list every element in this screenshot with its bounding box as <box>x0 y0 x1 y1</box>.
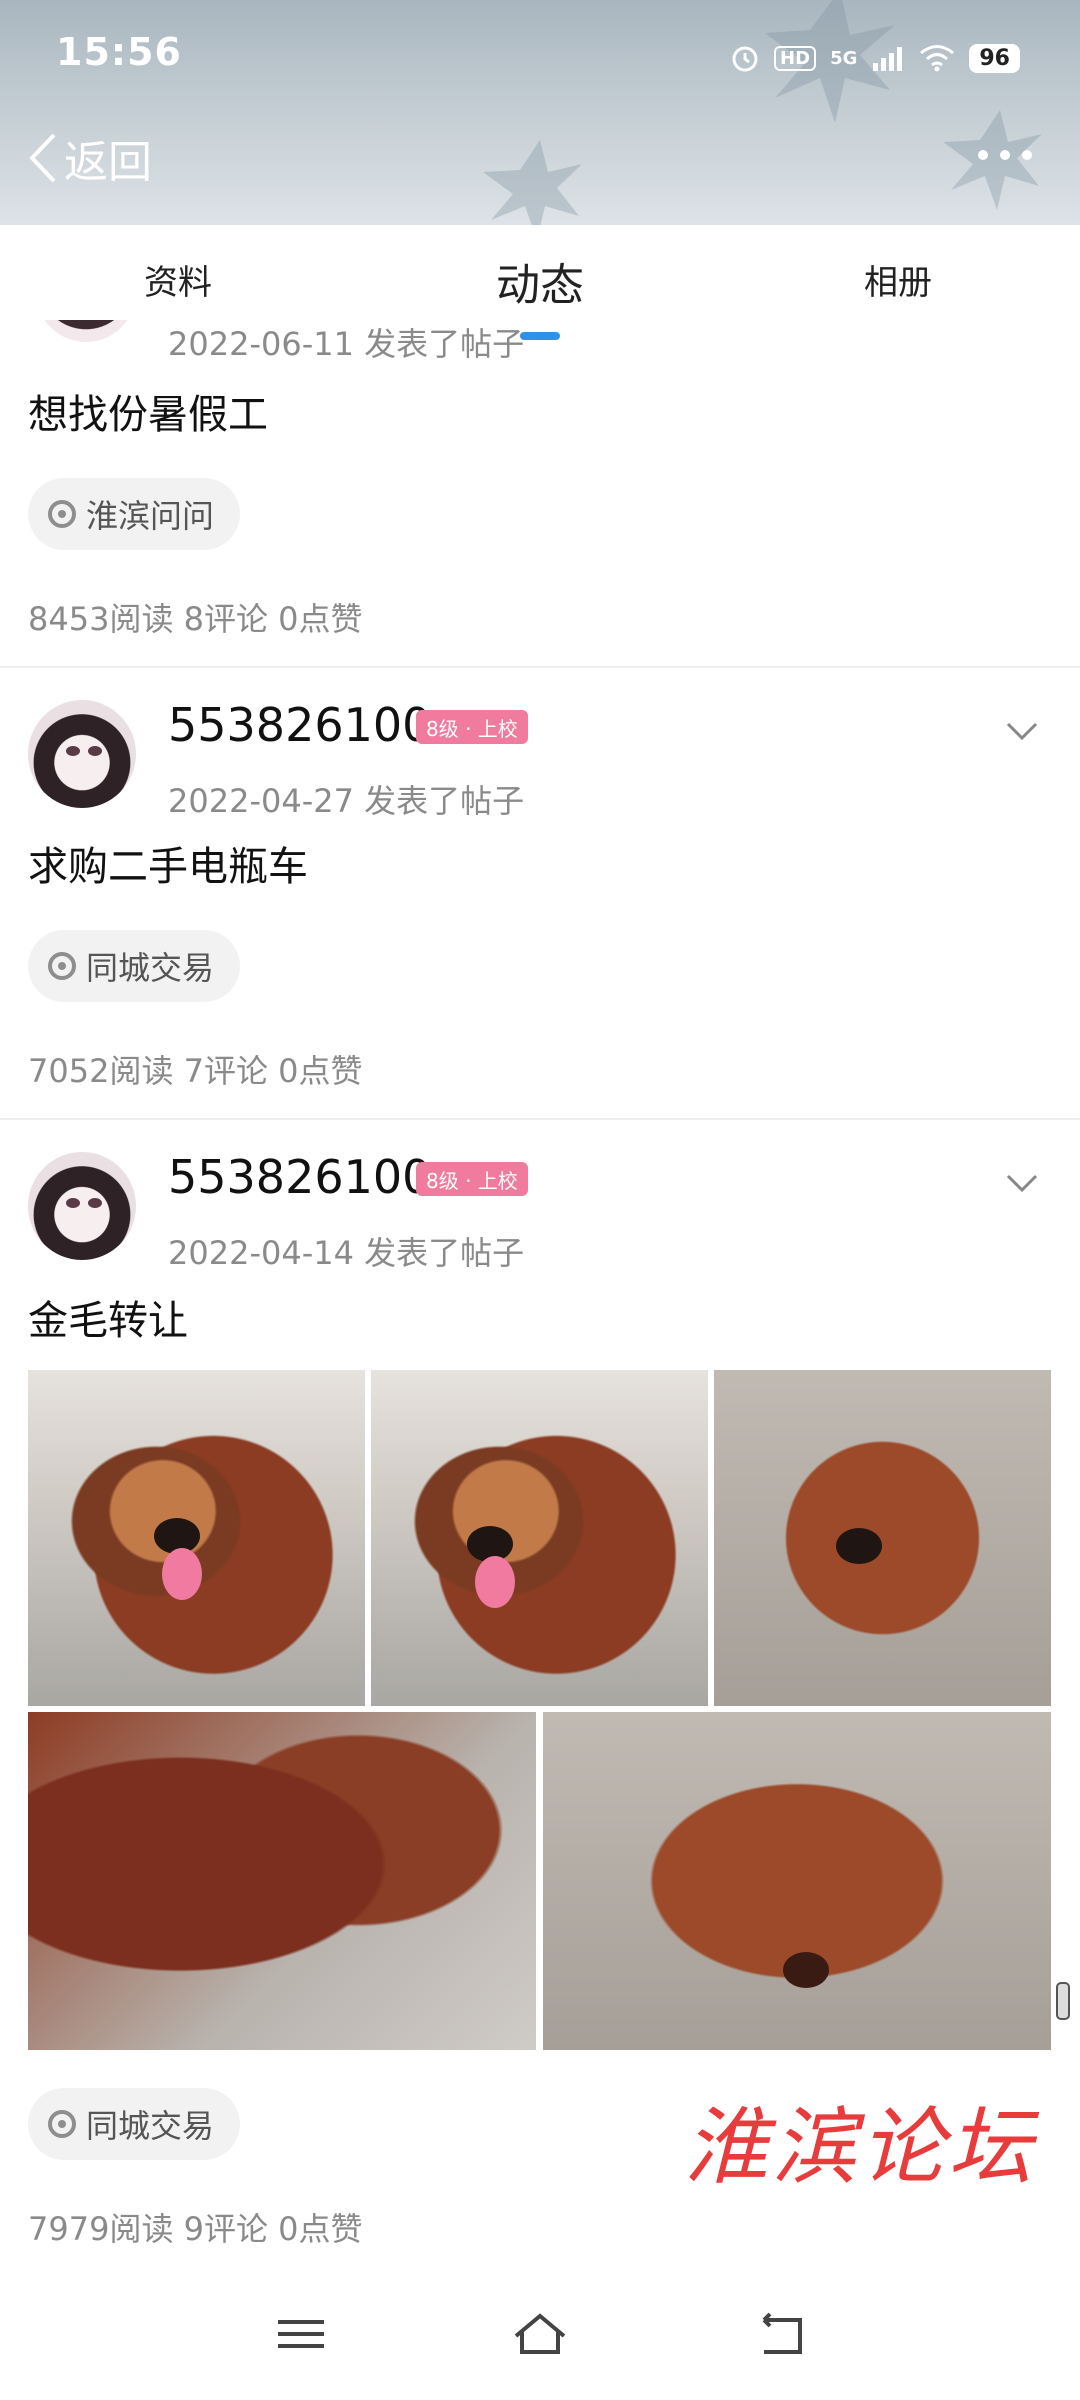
post-divider <box>0 1118 1080 1120</box>
dog-tongue <box>162 1548 202 1600</box>
tag-label: 同城交易 <box>86 949 215 987</box>
back-button[interactable]: 返回 <box>28 128 152 188</box>
post-image[interactable] <box>543 1712 1051 2050</box>
scrollbar-thumb[interactable] <box>1056 1982 1070 2020</box>
username[interactable]: 553826100 <box>168 1150 431 1204</box>
tab-profile[interactable]: 资料 <box>144 255 212 304</box>
post-tag[interactable]: 同城交易 <box>28 2088 241 2160</box>
menu-icon[interactable] <box>272 2310 332 2360</box>
tag-icon <box>48 2110 76 2138</box>
username[interactable]: 553826100 <box>168 698 431 752</box>
back-icon <box>29 133 56 183</box>
tag-icon <box>48 500 76 528</box>
dog-eye <box>783 1952 829 1988</box>
avatar[interactable] <box>28 1152 136 1260</box>
post-title[interactable]: 想找份暑假工 <box>28 382 268 440</box>
post-image[interactable] <box>28 1712 536 2050</box>
post-stats: 7979阅读 9评论 0点赞 <box>28 2210 363 2248</box>
system-nav-bar <box>0 2260 1080 2400</box>
post-image[interactable] <box>714 1370 1051 1706</box>
profile-header: 15:56 HD 5G 96 返回 <box>0 0 1080 225</box>
tab-album[interactable]: 相册 <box>864 255 932 304</box>
dog-nose <box>836 1528 882 1564</box>
tag-icon <box>48 952 76 980</box>
home-icon[interactable] <box>510 2310 570 2360</box>
avatar-eye <box>66 746 80 756</box>
status-bar: 15:56 HD 5G 96 <box>0 0 1080 115</box>
avatar-eye <box>88 746 102 756</box>
post-date-line: 2022-04-14 发表了帖子 <box>168 1234 525 1272</box>
watermark: 淮滨论坛 <box>683 2098 1036 2196</box>
chevron-down-icon[interactable] <box>1004 712 1040 748</box>
dog-tongue <box>475 1556 515 1608</box>
tag-label: 淮滨问问 <box>86 497 215 535</box>
profile-tabs: 资料 动态 相册 <box>0 225 1080 335</box>
tab-activity[interactable]: 动态 <box>496 249 584 313</box>
network-label: 5G <box>830 47 858 69</box>
post-image[interactable] <box>28 1370 365 1706</box>
post-date-line: 2022-04-27 发表了帖子 <box>168 782 525 820</box>
post-stats: 8453阅读 8评论 0点赞 <box>28 600 363 638</box>
avatar[interactable] <box>28 700 136 808</box>
chevron-down-icon[interactable] <box>1004 1164 1040 1200</box>
battery-indicator: 96 <box>969 43 1020 73</box>
return-icon[interactable] <box>752 2310 812 2360</box>
post-title[interactable]: 求购二手电瓶车 <box>28 834 308 892</box>
more-icon-dot <box>1022 150 1032 160</box>
avatar-eye <box>66 1198 80 1208</box>
avatar[interactable] <box>36 320 128 342</box>
level-badge: 8级 · 上校 <box>416 710 528 744</box>
tag-label: 同城交易 <box>86 2107 215 2145</box>
status-icons: HD 5G 96 <box>730 38 1020 78</box>
signal-icon <box>873 47 903 71</box>
post-divider <box>0 666 1080 668</box>
more-button[interactable] <box>978 150 1032 160</box>
back-label: 返回 <box>64 137 152 188</box>
more-icon-dot <box>1000 150 1010 160</box>
post-stats: 7052阅读 7评论 0点赞 <box>28 1052 363 1090</box>
floral-background <box>483 140 582 225</box>
post-image[interactable] <box>371 1370 708 1706</box>
active-tab-indicator <box>520 332 560 340</box>
post-tag[interactable]: 淮滨问问 <box>28 478 241 550</box>
level-badge: 8级 · 上校 <box>416 1162 528 1196</box>
more-icon-dot <box>978 150 988 160</box>
hd-badge: HD <box>774 45 817 71</box>
avatar-eye <box>88 1198 102 1208</box>
post-date-line: 2022-06-11 发表了帖子 <box>168 325 525 363</box>
alarm-icon <box>732 46 758 72</box>
wifi-icon <box>920 45 955 72</box>
post-title[interactable]: 金毛转让 <box>28 1288 188 1346</box>
status-time: 15:56 <box>56 30 182 74</box>
post-tag[interactable]: 同城交易 <box>28 930 241 1002</box>
